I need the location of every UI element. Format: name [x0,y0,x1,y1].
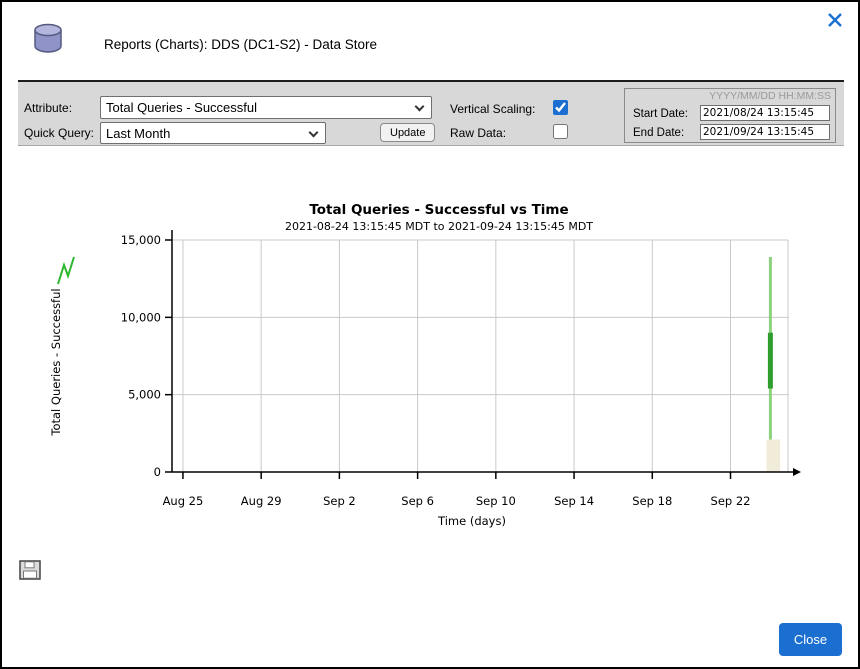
chart-plot: 0 5,000 10,000 15,000 Aug 25 Aug 29 Sep 2 Sep 6… [121,230,801,508]
chart: Total Queries - Successful vs Time 2021-… [2,192,860,547]
recent-sample-band [766,440,780,472]
reports-chart-dialog: Reports (Charts): DDS (DC1-S2) - Data St… [0,0,860,669]
chart-title: Total Queries - Successful vs Time [309,202,568,218]
save-chart-icon [19,569,43,584]
x-tick-label: Sep 6 [401,494,434,508]
x-tick-label: Sep 2 [323,494,356,508]
attribute-select-wrap: Total Queries - Successful [100,96,432,119]
controls-bar: Attribute: Total Queries - Successful Qu… [18,80,844,146]
raw-data-checkbox[interactable] [553,124,568,139]
date-format-hint: YYYY/MM/DD HH:MM:SS [709,90,831,102]
raw-data-label: Raw Data: [450,126,506,140]
chart-subtitle: 2021-08-24 13:15:45 MDT to 2021-09-24 13… [285,220,593,233]
x-axis-label: Time (days) [437,514,506,528]
quick-query-select-wrap: Last Month [100,122,326,144]
y-axis-label: Total Queries - Successful [49,288,63,436]
y-tick-label: 0 [154,465,161,479]
y-tick-label: 15,000 [121,233,161,247]
dialog-close-button[interactable] [824,10,846,32]
y-tick-label: 5,000 [128,388,161,402]
series-legend-icon [58,257,74,284]
x-tick-label: Sep 22 [711,494,751,508]
vertical-scaling-label: Vertical Scaling: [450,102,535,116]
x-tick-label: Sep 10 [476,494,516,508]
save-chart-button[interactable] [18,559,44,583]
end-date-input[interactable] [700,124,830,140]
data-store-icon [28,22,68,61]
close-icon [826,17,844,32]
attribute-label: Attribute: [24,101,72,115]
x-axis-arrow [793,468,801,476]
update-button[interactable]: Update [380,123,435,142]
vertical-scaling-checkbox[interactable] [553,100,568,115]
x-tick-label: Sep 14 [554,494,594,508]
x-tick-label: Sep 18 [632,494,672,508]
start-date-input[interactable] [700,105,830,121]
quick-query-select[interactable]: Last Month [100,122,326,144]
close-button[interactable]: Close [779,623,842,656]
start-date-label: Start Date: [633,108,688,120]
x-tick-label: Aug 29 [241,494,282,508]
quick-query-label: Quick Query: [24,126,94,140]
attribute-select[interactable]: Total Queries - Successful [100,96,432,119]
dialog-title: Reports (Charts): DDS (DC1-S2) - Data St… [104,37,377,52]
end-date-label: End Date: [633,127,684,139]
date-range-box: YYYY/MM/DD HH:MM:SS Start Date: End Date… [624,88,836,143]
x-tick-label: Aug 25 [163,494,204,508]
y-tick-label: 10,000 [121,310,161,324]
